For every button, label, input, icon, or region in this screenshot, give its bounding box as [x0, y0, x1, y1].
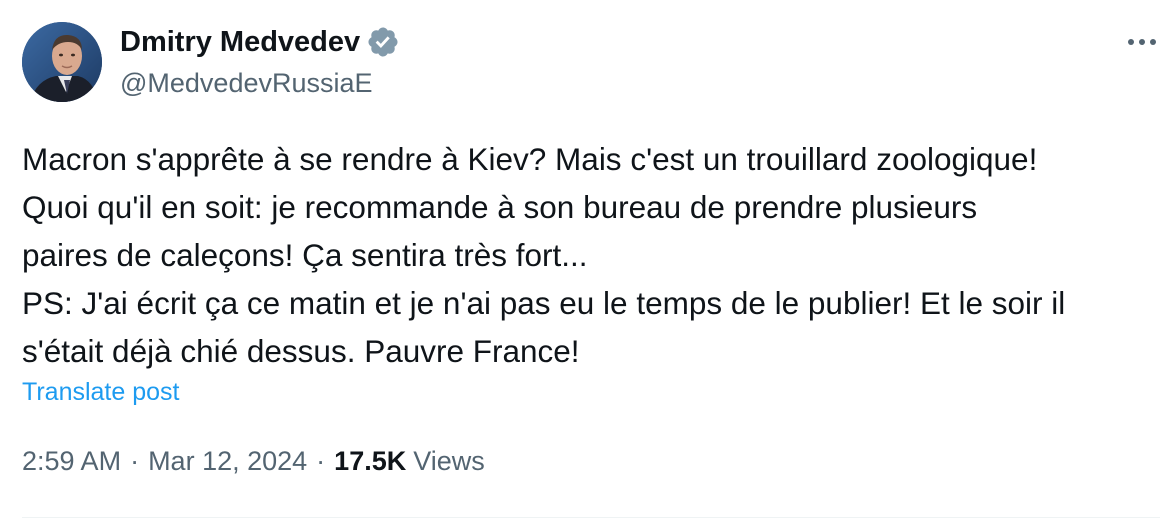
- post-text-line: s'était déjà chié dessus. Pauvre France!: [22, 333, 580, 369]
- post-date[interactable]: Mar 12, 2024: [148, 446, 307, 477]
- post-time[interactable]: 2:59 AM: [22, 446, 121, 477]
- post-text-line: Quoi qu'il en soit: je recommande à son …: [22, 189, 978, 225]
- author-name-row: Dmitry Medvedev: [120, 25, 400, 59]
- more-icon: [1128, 39, 1156, 45]
- divider: [22, 517, 1160, 518]
- views-label[interactable]: Views: [413, 446, 485, 477]
- post-text: Macron s'apprête à se rendre à Kiev? Mai…: [22, 135, 1152, 375]
- post-card: Dmitry Medvedev @MedvedevRussiaE Macron …: [0, 0, 1174, 526]
- meta-separator: ·: [316, 446, 326, 476]
- post-text-line: paires de caleçons! Ça sentira très fort…: [22, 237, 588, 273]
- post-text-line: Macron s'apprête à se rendre à Kiev? Mai…: [22, 141, 1038, 177]
- avatar-image: [22, 22, 102, 102]
- more-options-button[interactable]: [1124, 26, 1160, 58]
- post-meta: 2:59 AM · Mar 12, 2024 · 17.5K Views: [22, 446, 485, 477]
- author-handle[interactable]: @MedvedevRussiaE: [120, 68, 373, 99]
- translate-post-link[interactable]: Translate post: [22, 378, 179, 407]
- meta-separator: ·: [130, 446, 140, 476]
- post-text-line: PS: J'ai écrit ça ce matin et je n'ai pa…: [22, 285, 1066, 321]
- verified-badge-icon[interactable]: [366, 25, 400, 59]
- avatar[interactable]: [22, 22, 102, 102]
- views-count[interactable]: 17.5K: [334, 446, 406, 477]
- author-display-name[interactable]: Dmitry Medvedev: [120, 26, 360, 59]
